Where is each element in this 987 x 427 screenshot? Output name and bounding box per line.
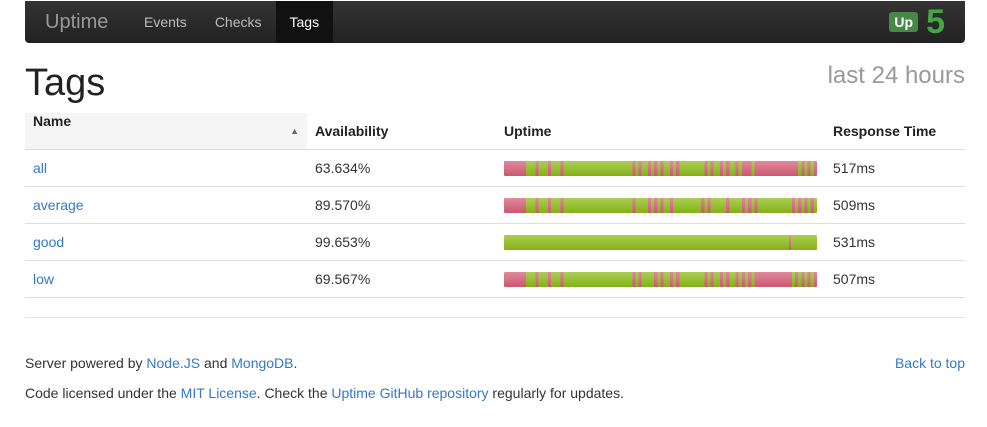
footer-text: . Check the bbox=[256, 385, 332, 401]
nav-item-events[interactable]: Events bbox=[130, 1, 201, 43]
footer-text: Code licensed under the bbox=[25, 385, 181, 401]
footer-text: . bbox=[293, 355, 298, 371]
tag-link[interactable]: good bbox=[33, 234, 64, 250]
uptime-bar[interactable] bbox=[504, 234, 817, 250]
status-summary[interactable]: Up 5 bbox=[889, 5, 945, 39]
page-title: Tags bbox=[25, 62, 106, 104]
response-time-value: 509ms bbox=[825, 186, 965, 224]
brand-link[interactable]: Uptime bbox=[45, 11, 108, 34]
table-row: all 63.634% 517ms bbox=[25, 149, 965, 187]
time-period-label: last 24 hours bbox=[827, 62, 965, 89]
response-time-value: 517ms bbox=[825, 149, 965, 187]
footer-text: and bbox=[200, 355, 232, 371]
table-row: average 89.570% 509ms bbox=[25, 186, 965, 224]
footer-powered-by: Server powered by Node.JS and MongoDB. bbox=[25, 355, 297, 371]
table-header-row: Name ▲ Availability Uptime Response Time bbox=[25, 113, 965, 150]
nav-item-checks[interactable]: Checks bbox=[201, 1, 276, 43]
back-to-top-link[interactable]: Back to top bbox=[895, 355, 965, 371]
mit-license-link[interactable]: MIT License bbox=[181, 385, 257, 401]
footer-text: Server powered by bbox=[25, 355, 147, 371]
table-row: good 99.653% 531ms bbox=[25, 223, 965, 261]
nav-item-tags[interactable]: Tags bbox=[275, 1, 334, 43]
column-header-name-label: Name bbox=[33, 113, 72, 129]
column-header-availability[interactable]: Availability bbox=[307, 113, 496, 150]
tag-link[interactable]: low bbox=[33, 271, 54, 287]
up-status-badge: Up bbox=[889, 12, 919, 32]
response-time-value: 531ms bbox=[825, 223, 965, 261]
availability-value: 99.653% bbox=[307, 223, 496, 261]
main-nav: Events Checks Tags bbox=[130, 1, 334, 43]
nodejs-link[interactable]: Node.JS bbox=[146, 355, 200, 371]
mongodb-link[interactable]: MongoDB bbox=[231, 355, 293, 371]
column-header-uptime[interactable]: Uptime bbox=[496, 113, 825, 150]
column-header-response-time[interactable]: Response Time bbox=[825, 113, 965, 150]
availability-value: 69.567% bbox=[307, 260, 496, 298]
up-count: 5 bbox=[926, 3, 945, 41]
uptime-bar[interactable] bbox=[504, 271, 817, 287]
table-row: low 69.567% 507ms bbox=[25, 260, 965, 298]
sort-ascending-icon: ▲ bbox=[290, 126, 299, 136]
availability-value: 89.570% bbox=[307, 186, 496, 224]
availability-value: 63.634% bbox=[307, 149, 496, 187]
top-navbar: Uptime Events Checks Tags Up 5 bbox=[25, 1, 965, 43]
footer-divider bbox=[25, 317, 965, 318]
uptime-bar[interactable] bbox=[504, 160, 817, 176]
column-header-name[interactable]: Name ▲ bbox=[25, 113, 307, 150]
footer-text: regularly for updates. bbox=[488, 385, 624, 401]
tag-link[interactable]: average bbox=[33, 197, 84, 213]
github-repo-link[interactable]: Uptime GitHub repository bbox=[331, 385, 488, 401]
response-time-value: 507ms bbox=[825, 260, 965, 298]
tags-table: Name ▲ Availability Uptime Response Time… bbox=[25, 113, 965, 298]
footer-license: Code licensed under the MIT License. Che… bbox=[25, 385, 624, 401]
uptime-bar[interactable] bbox=[504, 197, 817, 213]
tag-link[interactable]: all bbox=[33, 160, 47, 176]
